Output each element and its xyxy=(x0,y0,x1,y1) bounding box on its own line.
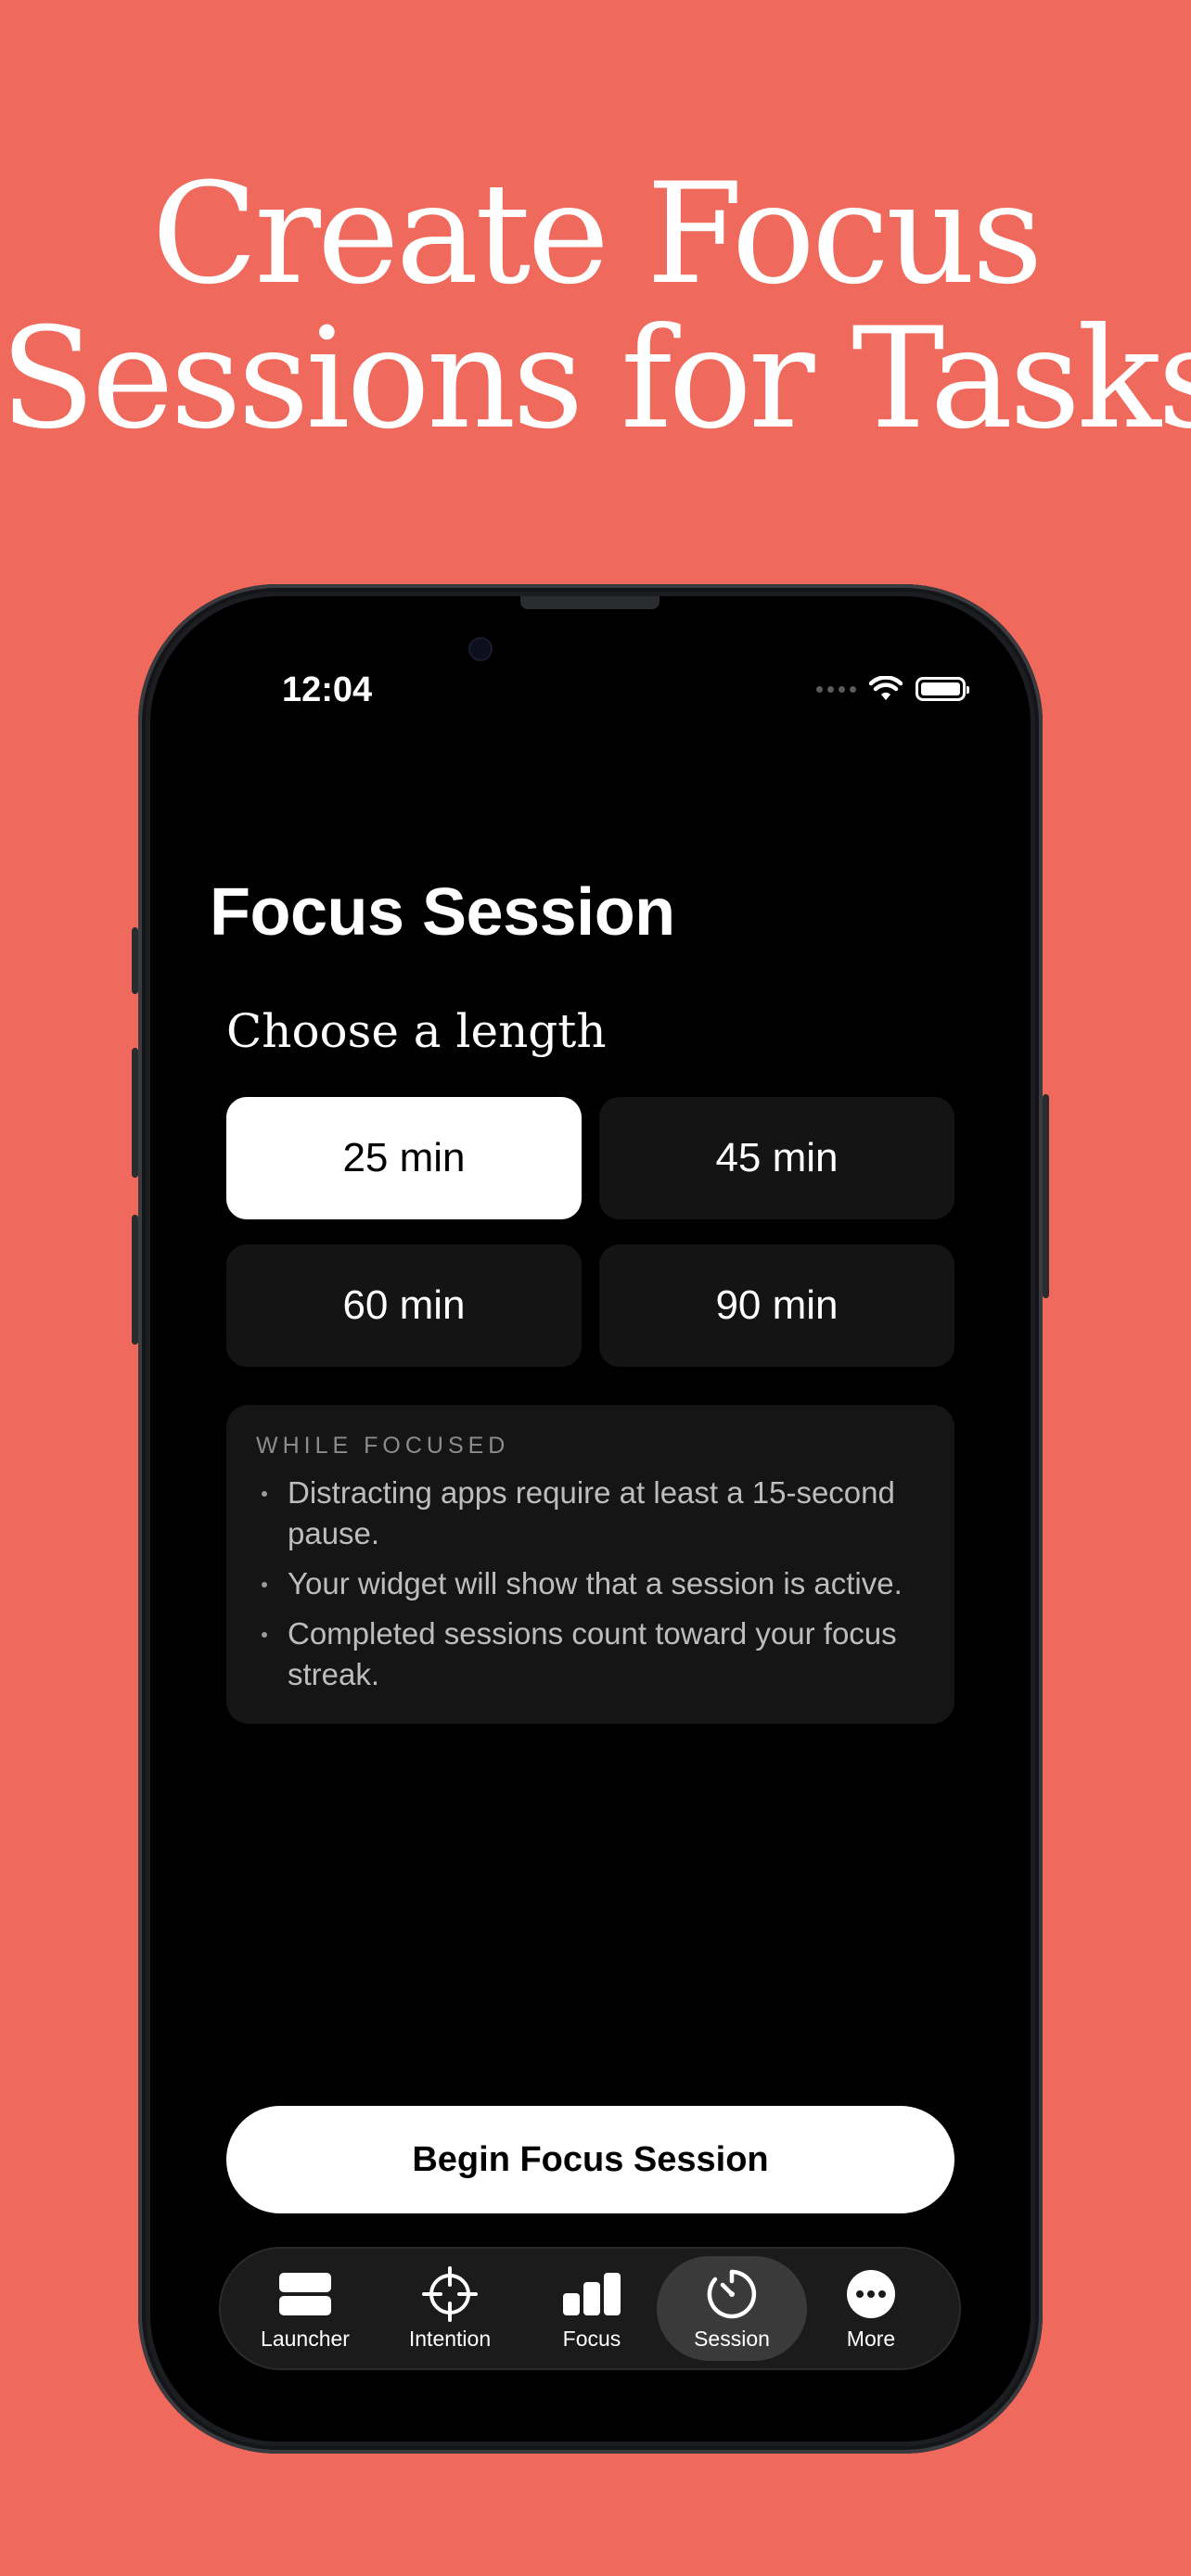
choose-length-heading: Choose a length xyxy=(226,1004,607,1058)
status-time: 12:04 xyxy=(282,670,373,709)
wifi-icon xyxy=(869,676,903,700)
tab-session[interactable]: Session xyxy=(657,2256,807,2361)
begin-focus-session-button[interactable]: Begin Focus Session xyxy=(226,2106,954,2213)
volume-up-button xyxy=(132,1048,138,1178)
tab-label: Focus xyxy=(562,2327,621,2351)
tab-label: Session xyxy=(694,2327,770,2351)
list-item: Distracting apps require at least a 15-s… xyxy=(256,1473,925,1554)
timer-icon xyxy=(704,2265,760,2323)
page-title: Focus Session xyxy=(210,875,675,950)
headline-line-1: Create Focus xyxy=(151,154,1043,315)
tab-label: More xyxy=(846,2327,896,2351)
tab-more[interactable]: More xyxy=(796,2256,946,2361)
tab-focus[interactable]: Focus xyxy=(517,2256,667,2361)
headline-line-2: Sessions for Tasks xyxy=(0,299,1191,460)
while-focused-heading: WHILE FOCUSED xyxy=(256,1433,510,1459)
mute-switch xyxy=(132,927,138,994)
length-option-90[interactable]: 90 min xyxy=(599,1244,954,1367)
launcher-icon xyxy=(277,2265,333,2323)
tab-label: Intention xyxy=(408,2327,492,2351)
crosshair-icon xyxy=(422,2265,478,2323)
list-item: Your widget will show that a session is … xyxy=(256,1563,925,1604)
list-item: Completed sessions count toward your foc… xyxy=(256,1613,925,1695)
marketing-headline: Create Focus Sessions for Tasks xyxy=(0,162,1191,452)
power-button xyxy=(1043,1094,1049,1298)
length-option-25[interactable]: 25 min xyxy=(226,1097,582,1219)
tab-intention[interactable]: Intention xyxy=(375,2256,525,2361)
length-options: 25 min 45 min 60 min 90 min xyxy=(226,1097,954,1367)
tab-bar: Launcher Intention Focus Session More xyxy=(219,2247,961,2370)
tab-launcher[interactable]: Launcher xyxy=(230,2256,380,2361)
while-focused-list: Distracting apps require at least a 15-s… xyxy=(256,1473,925,1695)
speaker-grille xyxy=(520,596,660,609)
cellular-icon xyxy=(816,685,856,693)
volume-down-button xyxy=(132,1215,138,1345)
while-focused-card: WHILE FOCUSED Distracting apps require a… xyxy=(226,1405,954,1724)
bar-chart-icon xyxy=(561,2265,622,2323)
battery-icon xyxy=(916,677,969,701)
phone-screen: 12:04 Focus Session Choose a length 25 m… xyxy=(150,596,1031,2442)
status-icons xyxy=(816,670,969,708)
front-camera xyxy=(468,637,493,661)
length-option-60[interactable]: 60 min xyxy=(226,1244,582,1367)
length-option-45[interactable]: 45 min xyxy=(599,1097,954,1219)
tab-label: Launcher xyxy=(261,2327,350,2351)
more-icon xyxy=(845,2265,897,2323)
